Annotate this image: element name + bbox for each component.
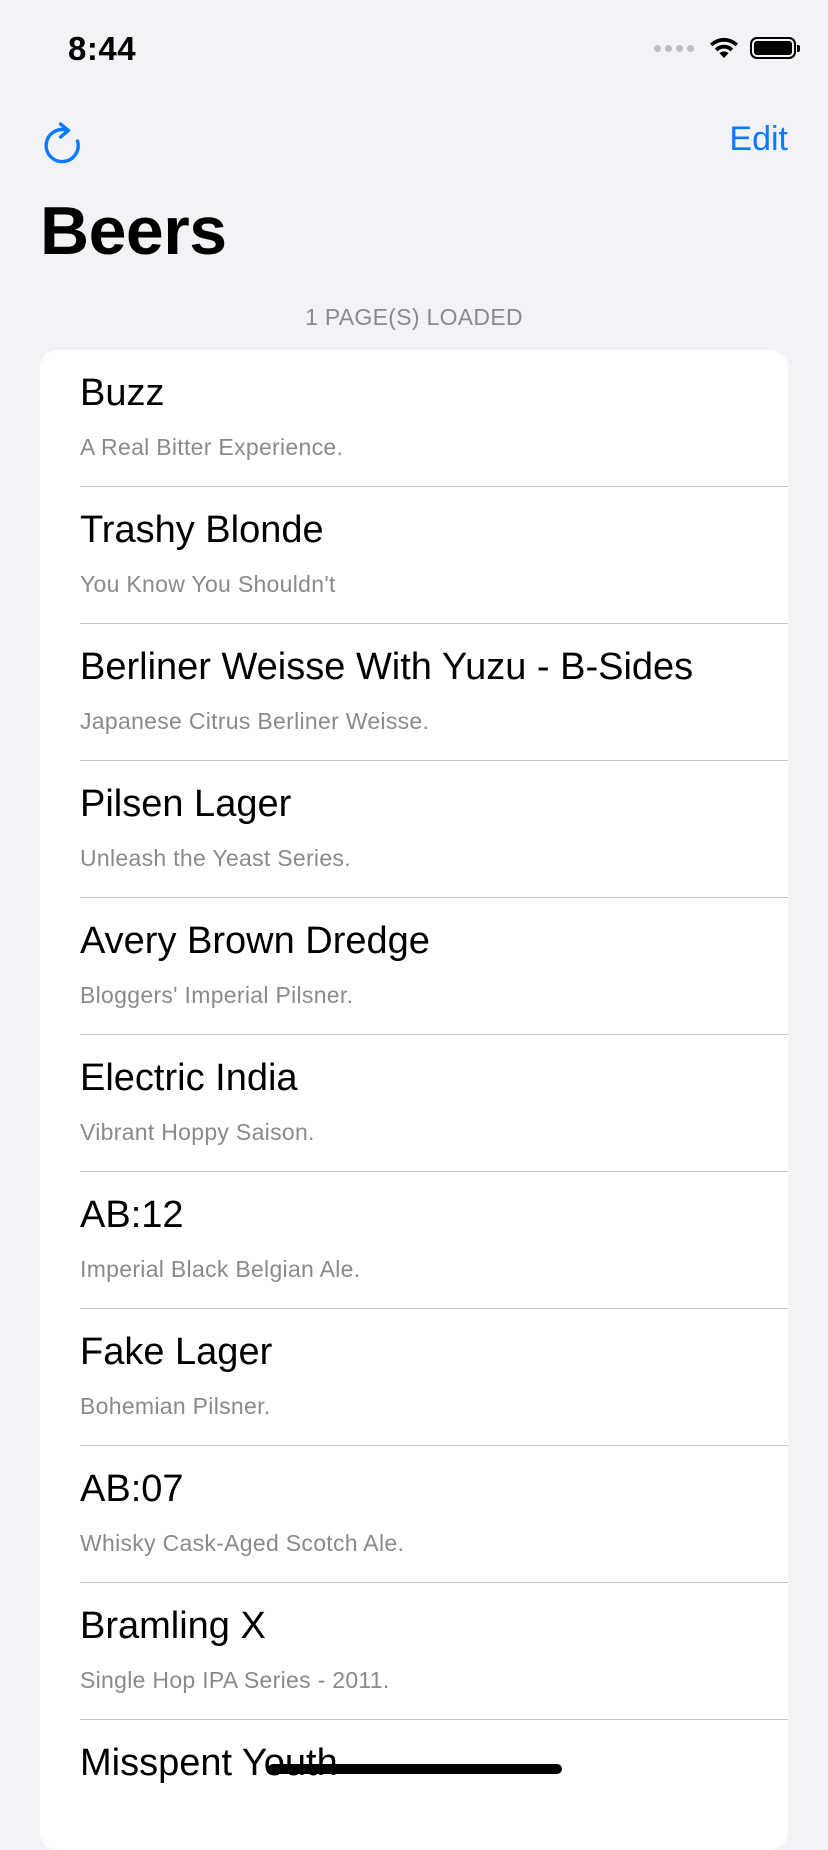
section-header: 1 PAGE(S) LOADED [305, 304, 523, 330]
list-item[interactable]: AB:12 Imperial Black Belgian Ale. [40, 1172, 788, 1309]
cellular-signal-icon [654, 44, 694, 52]
list-item[interactable]: Misspent Youth [40, 1720, 788, 1850]
beer-tagline: A Real Bitter Experience. [80, 434, 344, 460]
beer-name: Berliner Weisse With Yuzu - B-Sides [80, 646, 694, 688]
list-item[interactable]: Avery Brown Dredge Bloggers' Imperial Pi… [40, 898, 788, 1035]
beer-name: AB:07 [80, 1468, 184, 1510]
beer-name: AB:12 [80, 1194, 184, 1236]
arrow-clockwise-icon [44, 122, 80, 164]
battery-icon [750, 37, 800, 59]
beer-list: Buzz A Real Bitter Experience. Trashy Bl… [40, 350, 788, 1850]
edit-button[interactable]: Edit [729, 120, 788, 159]
list-item[interactable]: Buzz A Real Bitter Experience. [40, 350, 788, 487]
beer-tagline: You Know You Shouldn't [80, 571, 336, 597]
beer-name: Fake Lager [80, 1331, 273, 1373]
beer-tagline: Whisky Cask-Aged Scotch Ale. [80, 1530, 405, 1556]
beer-name: Trashy Blonde [80, 509, 324, 551]
beer-name: Bramling X [80, 1605, 266, 1647]
status-icons [654, 36, 800, 60]
status-time: 8:44 [68, 30, 137, 67]
wifi-icon [710, 37, 738, 58]
beer-tagline: Japanese Citrus Berliner Weisse. [80, 708, 430, 734]
beer-tagline: Unleash the Yeast Series. [80, 845, 351, 871]
beer-name: Pilsen Lager [80, 783, 292, 825]
navigation-bar: Edit [0, 100, 828, 190]
list-item[interactable]: Berliner Weisse With Yuzu - B-Sides Japa… [40, 624, 788, 761]
beer-name: Electric India [80, 1057, 298, 1099]
beer-name: Avery Brown Dredge [80, 920, 430, 962]
beer-tagline: Bohemian Pilsner. [80, 1393, 271, 1419]
beer-tagline: Bloggers' Imperial Pilsner. [80, 982, 354, 1008]
beer-tagline: Imperial Black Belgian Ale. [80, 1256, 361, 1282]
refresh-button[interactable] [40, 118, 86, 168]
list-item[interactable]: Trashy Blonde You Know You Shouldn't [40, 487, 788, 624]
list-item[interactable]: Bramling X Single Hop IPA Series - 2011. [40, 1583, 788, 1720]
beer-name: Buzz [80, 372, 165, 414]
beer-tagline: Single Hop IPA Series - 2011. [80, 1667, 390, 1693]
list-item[interactable]: Electric India Vibrant Hoppy Saison. [40, 1035, 788, 1172]
home-indicator[interactable] [268, 1764, 562, 1774]
list-item[interactable]: Fake Lager Bohemian Pilsner. [40, 1309, 788, 1446]
status-bar: 8:44 [0, 0, 828, 100]
page-title: Beers [40, 193, 227, 269]
list-item[interactable]: AB:07 Whisky Cask-Aged Scotch Ale. [40, 1446, 788, 1583]
list-item[interactable]: Pilsen Lager Unleash the Yeast Series. [40, 761, 788, 898]
beer-tagline: Vibrant Hoppy Saison. [80, 1119, 315, 1145]
